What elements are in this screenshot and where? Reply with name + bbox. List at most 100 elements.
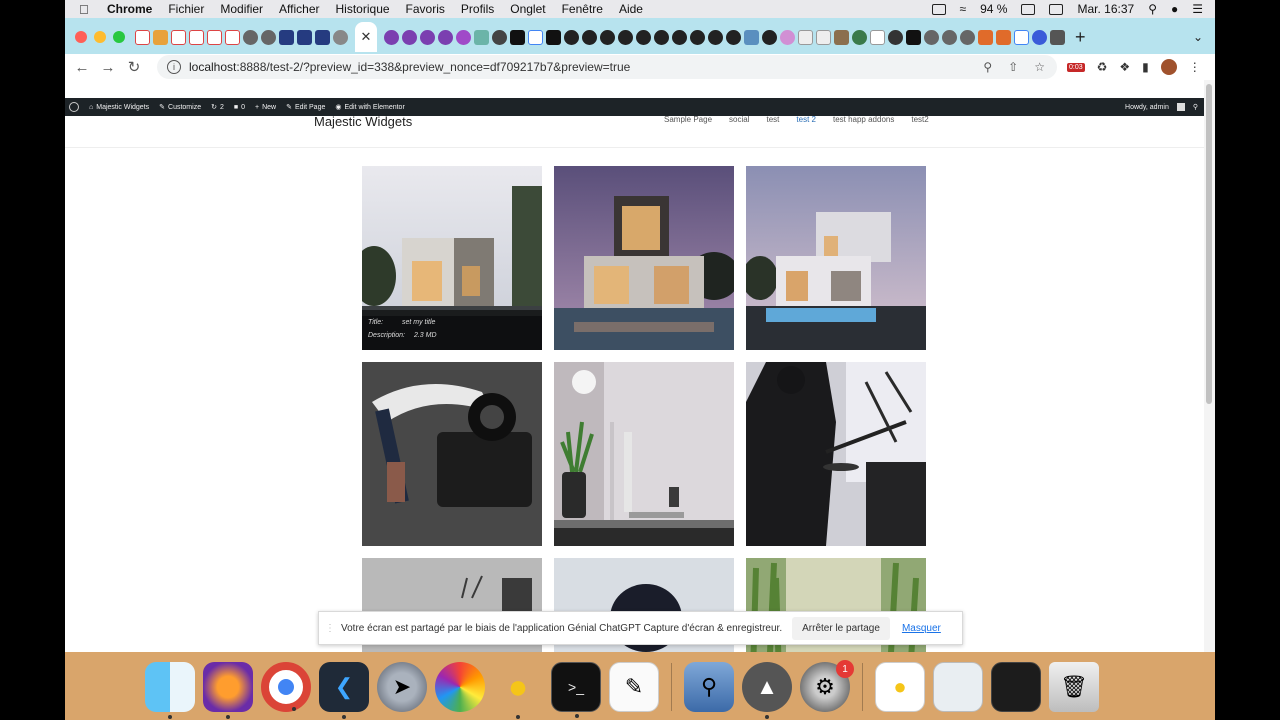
tab-icon[interactable]: [780, 29, 795, 45]
gallery-item-silhouette[interactable]: [746, 362, 926, 546]
menu-fenetre[interactable]: Fenêtre: [562, 2, 603, 16]
screenshot-icon[interactable]: [933, 662, 983, 712]
battery-percent[interactable]: 94 %: [980, 2, 1007, 16]
tab-icon[interactable]: [708, 29, 723, 45]
gallery-item-desk[interactable]: [554, 362, 734, 546]
menu-fichier[interactable]: Fichier: [168, 2, 204, 16]
wordpress-tab-icon[interactable]: [924, 29, 939, 45]
wp-howdy[interactable]: Howdy, admin: [1125, 104, 1169, 111]
document-icon[interactable]: ●: [875, 662, 925, 712]
wp-edit-elementor[interactable]: ◉ Edit with Elementor: [335, 103, 404, 112]
gmail-tab-icon[interactable]: [189, 29, 204, 45]
wp-logo-icon[interactable]: [69, 102, 79, 112]
gmail-tab-icon[interactable]: [171, 29, 186, 45]
tab-icon[interactable]: [672, 29, 687, 45]
close-window-button[interactable]: [75, 31, 87, 43]
google-tab-icon[interactable]: [1014, 29, 1029, 45]
control-center-icon[interactable]: ☰: [1192, 2, 1203, 16]
wordpress-tab-icon[interactable]: [261, 29, 276, 45]
tab-icon[interactable]: [438, 29, 453, 45]
cyberduck-icon[interactable]: ●: [493, 662, 543, 719]
preview-icon[interactable]: ⚲: [684, 662, 734, 712]
trash-icon[interactable]: 🗑: [1049, 662, 1099, 712]
back-button[interactable]: ←: [69, 59, 95, 76]
terminal-icon[interactable]: >_: [551, 662, 601, 718]
page-scrollbar-thumb[interactable]: [1206, 84, 1212, 404]
system-preferences-icon[interactable]: ⚙ 1: [800, 660, 854, 712]
gallery-item-house-2[interactable]: [554, 166, 734, 350]
paypal-tab-icon[interactable]: [315, 29, 330, 45]
menu-afficher[interactable]: Afficher: [279, 2, 319, 16]
menu-modifier[interactable]: Modifier: [220, 2, 263, 16]
wifi-icon[interactable]: ≈: [960, 2, 967, 16]
window-icon[interactable]: [991, 662, 1041, 712]
share-icon[interactable]: ⇧: [1008, 60, 1018, 74]
tab-icon[interactable]: [654, 29, 669, 45]
extensions-puzzle-icon[interactable]: ❖: [1119, 60, 1130, 74]
wp-search-icon[interactable]: ⚲: [1193, 103, 1198, 111]
tab-icon[interactable]: [888, 29, 903, 45]
tab-icon[interactable]: [153, 29, 168, 45]
tab-icon[interactable]: [870, 29, 885, 45]
wp-user-avatar[interactable]: [1176, 103, 1185, 111]
wordpress-tab-icon[interactable]: [243, 29, 258, 45]
side-panel-icon[interactable]: ▮: [1142, 60, 1149, 74]
site-info-icon[interactable]: i: [167, 60, 181, 74]
zoom-window-button[interactable]: [113, 31, 125, 43]
firefox-icon[interactable]: [203, 662, 253, 719]
tab-icon[interactable]: [546, 29, 561, 45]
google-tab-icon[interactable]: [528, 29, 543, 45]
gallery-item-house-1[interactable]: Title: set my title Description: 2.3 MD: [362, 166, 542, 350]
wp-site-name[interactable]: ⌂ Majestic Widgets: [89, 104, 149, 111]
reload-button[interactable]: ↻: [121, 58, 147, 76]
tab-icon[interactable]: [762, 29, 777, 45]
paypal-tab-icon[interactable]: [297, 29, 312, 45]
tab-search-chevron-icon[interactable]: ⌄: [1193, 30, 1203, 44]
tab-icon[interactable]: [618, 29, 633, 45]
wordpress-tab-icon[interactable]: [942, 29, 957, 45]
tab-icon[interactable]: [744, 29, 759, 45]
apple-icon[interactable]: : [79, 2, 93, 17]
forward-button[interactable]: →: [95, 59, 121, 76]
wp-edit-page[interactable]: ✎ Edit Page: [286, 103, 325, 112]
tab-icon[interactable]: [402, 29, 417, 45]
new-tab-button[interactable]: +: [1075, 27, 1086, 48]
clock[interactable]: Mar. 16:37: [1077, 2, 1134, 16]
recorder-extension-badge[interactable]: 0:03: [1067, 62, 1085, 72]
tab-icon[interactable]: [636, 29, 651, 45]
textedit-icon[interactable]: ✎: [609, 662, 659, 712]
gmail-tab-icon[interactable]: [225, 29, 240, 45]
tab-icon[interactable]: [384, 29, 399, 45]
paypal-tab-icon[interactable]: [279, 29, 294, 45]
menu-favoris[interactable]: Favoris: [406, 2, 445, 16]
menu-app-name[interactable]: Chrome: [107, 2, 152, 16]
tab-icon[interactable]: [690, 29, 705, 45]
tab-icon[interactable]: [510, 29, 525, 45]
minimize-window-button[interactable]: [94, 31, 106, 43]
tab-icon[interactable]: [582, 29, 597, 45]
tab-icon[interactable]: [1032, 29, 1047, 45]
tab-icon[interactable]: [474, 29, 489, 45]
gallery-item-house-3[interactable]: [746, 166, 926, 350]
menu-aide[interactable]: Aide: [619, 2, 643, 16]
wp-comments[interactable]: ■ 0: [234, 104, 245, 111]
finder-icon[interactable]: [145, 662, 195, 719]
launchpad-icon[interactable]: ➤: [377, 662, 427, 712]
tab-icon[interactable]: [456, 29, 471, 45]
gmail-tab-icon[interactable]: [135, 29, 150, 45]
hide-banner-link[interactable]: Masquer: [902, 623, 941, 634]
nav-item-sample-page[interactable]: Sample Page: [664, 115, 712, 124]
tab-icon[interactable]: [726, 29, 741, 45]
profile-avatar[interactable]: [1160, 59, 1177, 75]
gallery-item-camera[interactable]: [362, 362, 542, 546]
nav-item-test-2[interactable]: test 2: [796, 115, 816, 124]
recycle-extension-icon[interactable]: ♻: [1097, 60, 1108, 74]
active-tab-close-icon[interactable]: ✕: [355, 22, 377, 52]
wix-tab-icon[interactable]: [798, 29, 813, 45]
nav-item-test-happ-addons[interactable]: test happ addons: [833, 115, 894, 124]
site-title[interactable]: Majestic Widgets: [314, 114, 412, 129]
tab-icon[interactable]: [600, 29, 615, 45]
tab-icon[interactable]: [978, 29, 993, 45]
menu-profils[interactable]: Profils: [461, 2, 494, 16]
vscode-icon[interactable]: ❮: [319, 662, 369, 719]
